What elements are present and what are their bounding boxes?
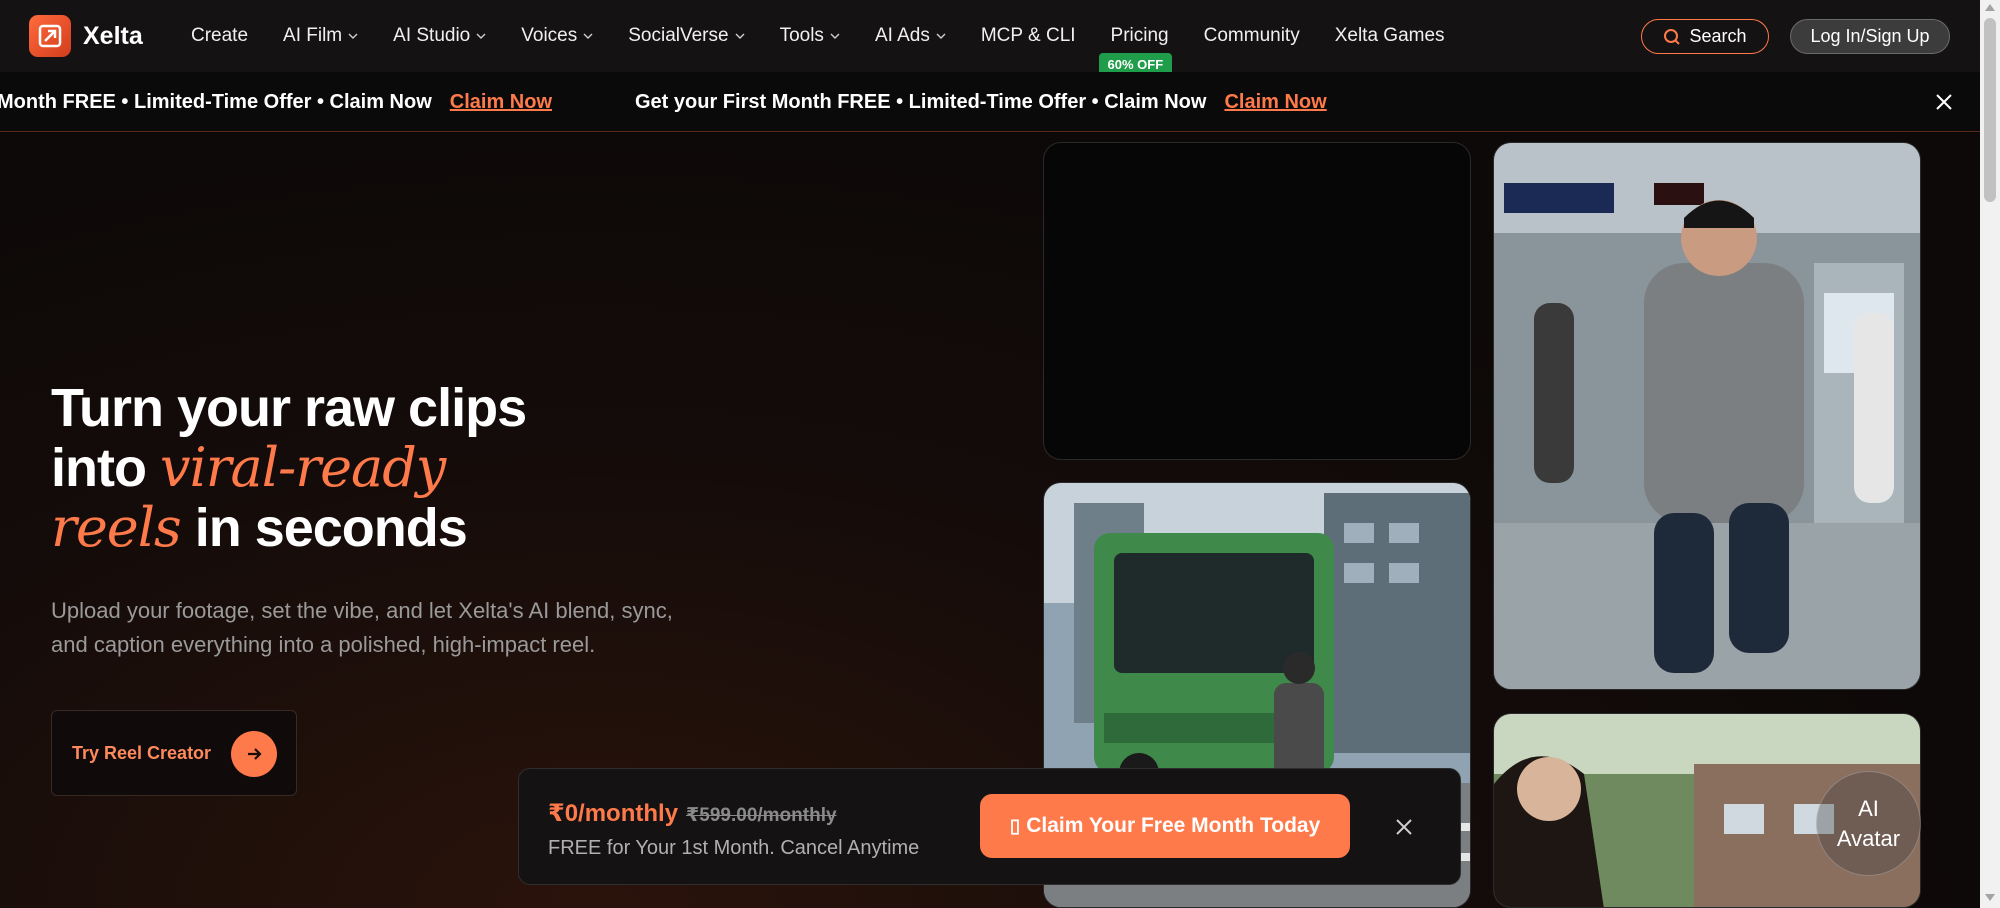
hero-title-line: into — [51, 438, 160, 498]
chevron-down-icon — [830, 33, 840, 39]
try-reel-creator-button[interactable]: Try Reel Creator — [51, 710, 297, 796]
nav-item-ai-ads[interactable]: AI Ads — [875, 25, 946, 47]
nav-item-ai-studio[interactable]: AI Studio — [393, 25, 486, 47]
nav-label: Tools — [779, 25, 824, 46]
nav-label: SocialVerse — [628, 25, 729, 46]
ai-avatar-button[interactable]: AI Avatar — [1816, 771, 1921, 876]
gift-icon: ▯ — [1009, 815, 1021, 837]
promo-price: ₹0/monthly ₹599.00/monthly — [548, 799, 837, 828]
promo-note: FREE for Your 1st Month. Cancel Anytime — [548, 837, 920, 859]
video-card-runner[interactable] — [1493, 142, 1921, 690]
scroll-down-arrow-icon[interactable] — [1985, 894, 1995, 901]
banner-segment: Get your First Month FREE • Limited-Time… — [635, 72, 1327, 131]
nav-item-community[interactable]: Community — [1204, 25, 1300, 47]
hero-title-line: in seconds — [180, 498, 468, 558]
nav-item-xelta-games[interactable]: Xelta Games — [1335, 25, 1445, 47]
nav-label: Xelta Games — [1334, 25, 1445, 46]
claim-free-month-button[interactable]: ▯ Claim Your Free Month Today — [980, 794, 1350, 858]
arrow-right-icon — [231, 731, 277, 777]
scroll-up-arrow-icon[interactable] — [1985, 4, 1995, 11]
hero-subtitle: Upload your footage, set the vibe, and l… — [51, 598, 673, 657]
price-original: ₹599.00/monthly — [686, 805, 837, 826]
nav-item-pricing[interactable]: Pricing 60% OFF — [1098, 25, 1173, 76]
nav-menu: Create AI Film AI Studio Voices SocialVe… — [191, 0, 1480, 76]
banner-claim-link[interactable]: Claim Now — [450, 91, 552, 114]
banner-text: Get your First Month FREE • Limited-Time… — [635, 90, 1207, 113]
promo-banner: Month FREE • Limited-Time Offer • Claim … — [0, 72, 1980, 132]
top-navigation: Xelta Create AI Film AI Studio Voices So… — [0, 0, 1980, 76]
hero-title: Turn your raw clips into viral-ready ree… — [51, 378, 751, 558]
nav-label: Create — [191, 25, 249, 46]
nav-label: AI Studio — [393, 25, 471, 46]
chevron-down-icon — [936, 33, 946, 39]
price-current: ₹0/monthly — [548, 800, 679, 827]
nav-label: AI Film — [283, 25, 343, 46]
nav-item-socialverse[interactable]: SocialVerse — [628, 25, 745, 47]
nav-label: AI Ads — [874, 25, 930, 46]
brand-name: Xelta — [83, 21, 143, 50]
nav-item-voices[interactable]: Voices — [521, 25, 593, 47]
xelta-logo-icon — [29, 15, 71, 57]
free-month-promo: ₹0/monthly ₹599.00/monthly FREE for Your… — [518, 768, 1461, 885]
nav-item-tools[interactable]: Tools — [780, 25, 840, 47]
login-signup-button[interactable]: Log In/Sign Up — [1790, 19, 1950, 54]
page-scrollbar[interactable] — [1980, 0, 2000, 908]
claim-button-label: Claim Your Free Month Today — [1026, 814, 1321, 837]
close-icon[interactable] — [1394, 817, 1414, 837]
nav-item-create[interactable]: Create — [191, 25, 248, 47]
search-label: Search — [1689, 26, 1747, 46]
video-card-empty[interactable] — [1043, 142, 1471, 460]
nav-item-mcp-cli[interactable]: MCP & CLI — [981, 25, 1076, 47]
close-icon[interactable] — [1933, 91, 1955, 113]
chevron-down-icon — [476, 33, 486, 39]
chevron-down-icon — [348, 33, 358, 39]
nav-label: Voices — [521, 25, 578, 46]
chevron-down-icon — [735, 33, 745, 39]
nav-label: Community — [1203, 25, 1300, 46]
subway-runner-image — [1494, 143, 1920, 689]
nav-item-ai-film[interactable]: AI Film — [283, 25, 358, 47]
banner-text: Month FREE • Limited-Time Offer • Claim … — [0, 90, 432, 113]
hero-title-line: Turn your raw clips — [51, 378, 527, 438]
banner-claim-link[interactable]: Claim Now — [1224, 91, 1326, 114]
banner-segment: Month FREE • Limited-Time Offer • Claim … — [0, 72, 552, 131]
nav-label: MCP & CLI — [980, 25, 1076, 46]
search-button[interactable]: Search — [1641, 19, 1769, 54]
chevron-down-icon — [583, 33, 593, 39]
search-icon — [1664, 28, 1681, 45]
nav-label: Pricing — [1110, 25, 1169, 46]
hero-title-accent: viral-ready — [159, 436, 446, 499]
logo[interactable]: Xelta — [29, 15, 143, 57]
scroll-thumb[interactable] — [1984, 18, 1996, 202]
cta-label: Try Reel Creator — [72, 742, 212, 763]
hero-title-accent: reels — [51, 496, 182, 559]
